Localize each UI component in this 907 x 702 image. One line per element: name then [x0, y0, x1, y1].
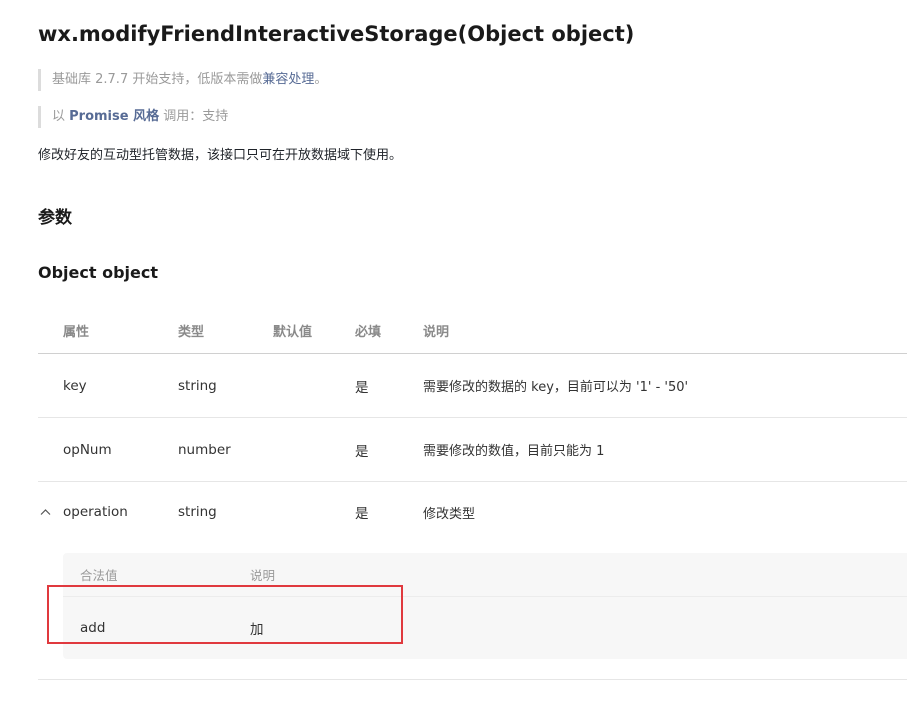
row-name: key: [63, 377, 87, 394]
section-params-heading: 参数: [38, 208, 72, 228]
row-type: string: [178, 504, 217, 520]
row-required: 是: [355, 379, 369, 396]
operation-values-table: 合法值 说明 add 加: [63, 553, 907, 659]
table-header-row: 属性 类型 默认值 必填 说明: [38, 307, 907, 354]
support-notice-suffix: 。: [314, 72, 328, 87]
row-name: operation: [63, 504, 128, 520]
subtable-header-row: 合法值 说明: [63, 553, 907, 597]
table-row: opNum number 是 需要修改的数值，目前只能为 1: [38, 418, 907, 482]
row-desc: 需要修改的数值，目前只能为 1: [423, 444, 605, 459]
subrow-value: add: [80, 620, 106, 636]
header-name: 属性: [63, 324, 90, 340]
subtable-row: add 加: [63, 597, 907, 659]
params-table: 属性 类型 默认值 必填 说明 key string 是 需要修改的数据的 ke…: [38, 307, 907, 542]
header-type: 类型: [178, 324, 205, 340]
support-notice-text: 基础库 2.7.7 开始支持，低版本需做: [52, 72, 263, 87]
section-object-heading: Object object: [38, 263, 159, 282]
promise-notice: 以 Promise 风格 调用：支持: [38, 106, 228, 128]
row-required: 是: [355, 506, 369, 522]
header-default: 默认值: [273, 324, 313, 340]
support-notice: 基础库 2.7.7 开始支持，低版本需做兼容处理。: [38, 69, 327, 91]
promise-style-label: Promise 风格: [69, 109, 160, 124]
row-desc: 修改类型: [423, 506, 476, 522]
row-name: opNum: [63, 441, 112, 458]
subheader-value: 合法值: [80, 568, 118, 583]
api-description: 修改好友的互动型托管数据，该接口只可在开放数据域下使用。: [38, 148, 403, 163]
promise-notice-value: 支持: [202, 109, 229, 124]
table-bottom-divider: [38, 679, 907, 680]
subrow-desc: 加: [250, 622, 264, 638]
chevron-up-icon[interactable]: [40, 506, 51, 519]
row-required: 是: [355, 443, 369, 460]
page-title: wx.modifyFriendInteractiveStorage(Object…: [38, 22, 635, 46]
header-desc: 说明: [423, 324, 450, 340]
row-type: string: [178, 377, 217, 394]
promise-notice-middle: 调用：: [159, 109, 203, 124]
compat-link[interactable]: 兼容处理: [262, 72, 314, 87]
subheader-desc: 说明: [250, 568, 276, 583]
table-row: key string 是 需要修改的数据的 key，目前可以为 '1' - '5…: [38, 354, 907, 418]
row-type: number: [178, 441, 231, 458]
table-row-expandable[interactable]: operation string 是 修改类型: [38, 482, 907, 542]
doc-page: wx.modifyFriendInteractiveStorage(Object…: [0, 0, 907, 702]
header-required: 必填: [355, 324, 382, 340]
promise-notice-prefix: 以: [52, 109, 70, 124]
row-desc: 需要修改的数据的 key，目前可以为 '1' - '50': [423, 380, 689, 395]
